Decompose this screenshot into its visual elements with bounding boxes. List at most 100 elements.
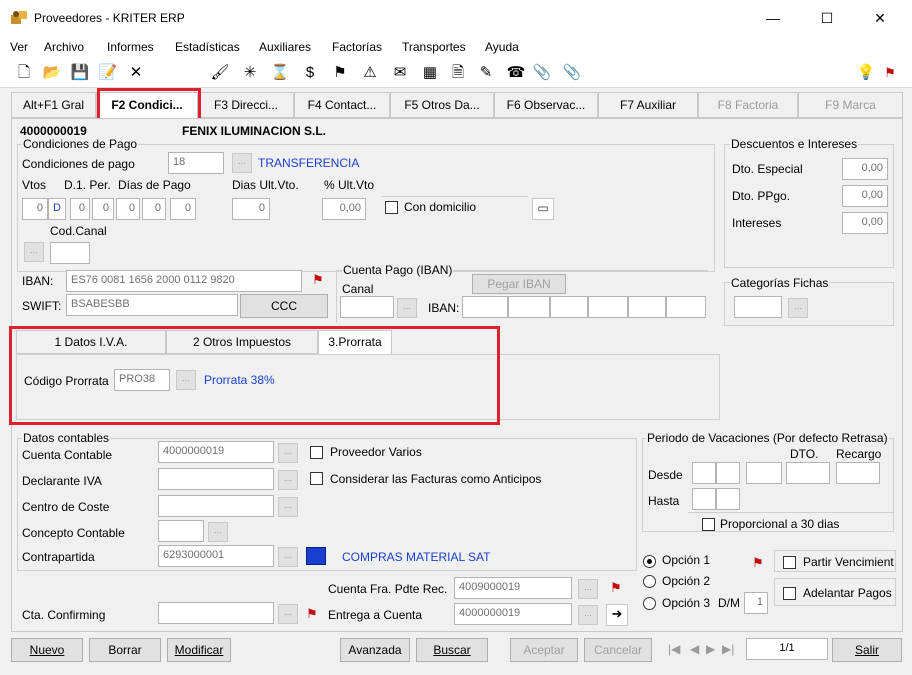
opcion3-radio[interactable] — [643, 597, 656, 610]
iban2-part-4[interactable] — [588, 296, 628, 318]
avanzada-button[interactable]: Avanzada — [340, 638, 410, 662]
cuenta-contable-lookup-button[interactable]: ... — [278, 443, 298, 463]
menu-estadisticas[interactable]: Estadísticas — [175, 40, 240, 54]
desde-day-input[interactable] — [692, 462, 716, 484]
vtos-input[interactable]: 0 — [22, 198, 48, 220]
proveedor-varios-checkbox[interactable] — [310, 446, 323, 459]
condiciones-pago-code[interactable]: 18 — [168, 152, 224, 174]
close-button[interactable]: ✕ — [870, 10, 890, 27]
new-document-icon[interactable]: 🗋 — [14, 63, 34, 83]
proporcional-checkbox[interactable] — [702, 518, 715, 531]
pct-ult-input[interactable]: 0,00 — [322, 198, 366, 220]
edit-icon[interactable]: 📝 — [98, 63, 118, 83]
maximize-button[interactable]: ☐ — [817, 10, 837, 27]
tab-otros-datos[interactable]: F5 Otros Da... — [390, 92, 494, 118]
dias-ult-input[interactable]: 0 — [232, 198, 270, 220]
desde-extra-input[interactable] — [746, 462, 782, 484]
aceptar-button[interactable]: Aceptar — [510, 638, 578, 662]
cod-canal-lookup-button[interactable]: ... — [24, 242, 44, 262]
nav-first-button[interactable]: |◀ — [668, 642, 680, 656]
categorias-input[interactable] — [734, 296, 782, 318]
menu-factorias[interactable]: Factorías — [332, 40, 382, 54]
paperclip-icon[interactable]: 📎 — [562, 63, 582, 83]
minimize-button[interactable]: — — [763, 10, 783, 26]
categorias-lookup-button[interactable]: ... — [788, 298, 808, 318]
nav-last-button[interactable]: ▶| — [722, 642, 734, 656]
iban2-part-3[interactable] — [550, 296, 588, 318]
ccc-button[interactable]: CCC — [240, 294, 328, 318]
grid-icon[interactable]: ▦ — [420, 63, 440, 83]
canal-lookup-button[interactable]: ... — [397, 298, 417, 318]
iban-input[interactable]: ES76 0081 1656 2000 0112 9820 — [66, 270, 302, 292]
cta-confirming-lookup-button[interactable]: ... — [278, 604, 298, 624]
entrega-cuenta-icon[interactable]: ⚑ — [306, 606, 318, 622]
cod-canal-input[interactable] — [50, 242, 90, 264]
con-domicilio-checkbox[interactable] — [385, 201, 398, 214]
dto-especial-input[interactable]: 0,00 — [842, 158, 888, 180]
tool-2-icon[interactable]: ✳ — [240, 63, 260, 83]
arrow-right-icon[interactable]: ➜ — [606, 604, 628, 626]
nav-next-button[interactable]: ▶ — [706, 642, 715, 656]
canal-input[interactable] — [340, 296, 394, 318]
menu-ayuda[interactable]: Ayuda — [485, 40, 519, 54]
contrapartida-input[interactable]: 6293000001 — [158, 545, 274, 567]
tab-direcciones[interactable]: F3 Direcci... — [198, 92, 294, 118]
domicilio-edit-button[interactable]: ▭ — [532, 198, 554, 220]
entrega-cuenta-input[interactable]: 4000000019 — [454, 603, 572, 625]
iban2-part-1[interactable] — [462, 296, 508, 318]
contrapartida-lookup-button[interactable]: ... — [278, 547, 298, 567]
cuenta-contable-input[interactable]: 4000000019 — [158, 441, 274, 463]
cuenta-fra-lookup-button[interactable]: ... — [578, 579, 598, 599]
tab-factoria[interactable]: F8 Factoria — [698, 92, 798, 118]
cta-confirming-input[interactable] — [158, 602, 274, 624]
dias-input-5[interactable]: 0 — [170, 198, 196, 220]
menu-auxiliares[interactable]: Auxiliares — [259, 40, 311, 54]
swift-input[interactable]: BSABESBB — [66, 294, 238, 316]
attachment-icon[interactable]: 📎 — [532, 63, 552, 83]
centro-coste-lookup-button[interactable]: ... — [278, 497, 298, 517]
tab-marca[interactable]: F9 Marca — [798, 92, 903, 118]
cuenta-fra-action-icon[interactable]: ⚑ — [610, 580, 622, 596]
hasta-day-input[interactable] — [692, 488, 716, 510]
tab-auxiliar[interactable]: F7 Auxiliar — [598, 92, 698, 118]
considerar-anticipos-checkbox[interactable] — [310, 472, 323, 485]
dias-input-3[interactable]: 0 — [116, 198, 140, 220]
centro-coste-input[interactable] — [158, 495, 274, 517]
tool-8-icon[interactable]: ☎ — [506, 63, 526, 83]
dias-input-1[interactable]: 0 — [70, 198, 90, 220]
salir-button[interactable]: Salir — [832, 638, 902, 662]
tab-contactos[interactable]: F4 Contact... — [294, 92, 390, 118]
recargo-input[interactable] — [836, 462, 880, 484]
tool-1-icon[interactable]: 🖌 — [210, 63, 230, 83]
iban2-part-6[interactable] — [666, 296, 706, 318]
document-icon[interactable]: 🗎 — [448, 63, 468, 83]
tool-5-icon[interactable]: ⚠ — [360, 63, 380, 83]
menu-transportes[interactable]: Transportes — [402, 40, 466, 54]
dollar-icon[interactable]: $ — [300, 63, 320, 83]
tool-4-icon[interactable]: ⚑ — [330, 63, 350, 83]
iban2-part-2[interactable] — [508, 296, 550, 318]
partir-checkbox[interactable] — [783, 556, 796, 569]
open-folder-icon[interactable]: 📂 — [42, 63, 62, 83]
intereses-input[interactable]: 0,00 — [842, 212, 888, 234]
cancelar-button[interactable]: Cancelar — [584, 638, 652, 662]
tool-7-icon[interactable]: ✎ — [476, 63, 496, 83]
tab-general[interactable]: Alt+F1 Gral — [11, 92, 96, 118]
modificar-button[interactable]: Modificar — [167, 638, 231, 662]
tab-observaciones[interactable]: F6 Observac... — [494, 92, 598, 118]
menu-archivo[interactable]: Archivo — [44, 40, 84, 54]
hasta-month-input[interactable] — [716, 488, 740, 510]
opcion1-radio[interactable] — [643, 555, 656, 568]
buscar-button[interactable]: Buscar — [416, 638, 488, 662]
dias-input-4[interactable]: 0 — [142, 198, 166, 220]
d1-input[interactable]: D — [48, 198, 66, 220]
condiciones-pago-lookup-button[interactable]: ... — [232, 153, 252, 173]
nuevo-button[interactable]: Nuevo — [11, 638, 83, 662]
opcion2-radio[interactable] — [643, 575, 656, 588]
declarante-iva-lookup-button[interactable]: ... — [278, 470, 298, 490]
cuenta-fra-input[interactable]: 4009000019 — [454, 577, 572, 599]
desde-month-input[interactable] — [716, 462, 740, 484]
concepto-contable-input[interactable] — [158, 520, 204, 542]
save-icon[interactable]: 💾 — [70, 63, 90, 83]
nav-prev-button[interactable]: ◀ — [690, 642, 699, 656]
